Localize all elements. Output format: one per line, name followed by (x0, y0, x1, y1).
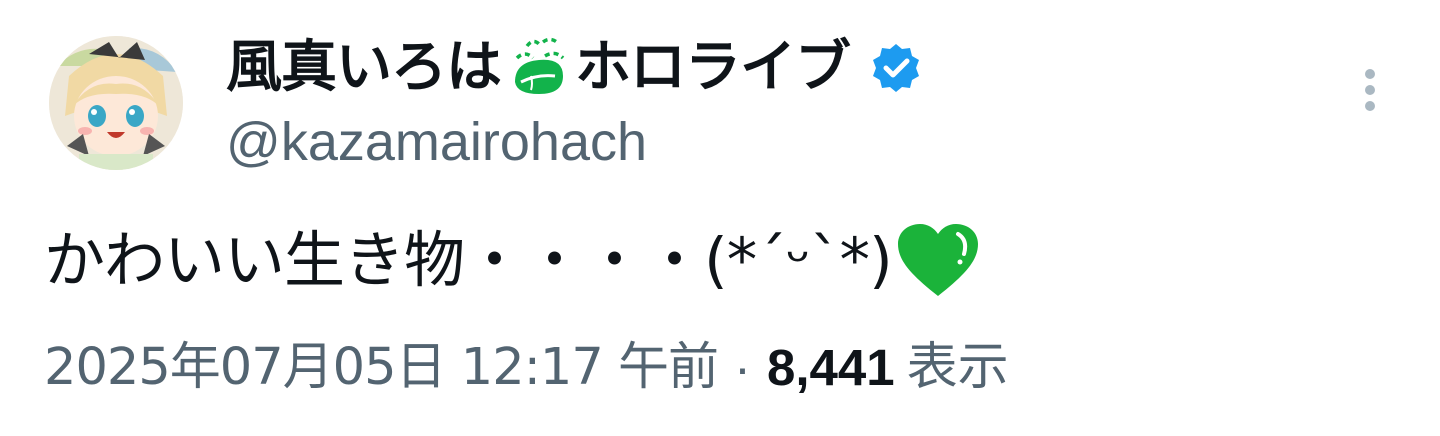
anime-avatar-icon (49, 36, 183, 170)
tweet-text: かわいい生き物・・・・(*´ᵕ`*) (44, 224, 893, 296)
author-name-row[interactable]: 風真いろは ホロライブ (226, 30, 922, 106)
author-affiliation[interactable]: ホロライブ (575, 40, 851, 96)
more-vertical-icon (1365, 69, 1375, 111)
author-handle[interactable]: @kazamairohach (226, 110, 647, 174)
author-display-name[interactable]: 風真いろは (226, 40, 502, 96)
meta-separator: · (733, 338, 751, 396)
tweet-body: かわいい生き物・・・・(*´ᵕ`*) (44, 218, 980, 302)
author-avatar[interactable] (49, 36, 183, 170)
views-label[interactable]: 表示 (907, 342, 1009, 393)
tweet-meta: 2025年07月05日 12:17 午前 · 8,441 表示 (44, 332, 1009, 402)
verified-badge-icon[interactable] (870, 42, 922, 94)
green-heart-icon (896, 222, 980, 298)
views-count[interactable]: 8,441 (767, 342, 895, 393)
tweet-timestamp[interactable]: 2025年07月05日 12:17 午前 (44, 342, 719, 393)
leaf-emoji-icon (507, 36, 569, 100)
more-options-button[interactable] (1350, 60, 1390, 124)
